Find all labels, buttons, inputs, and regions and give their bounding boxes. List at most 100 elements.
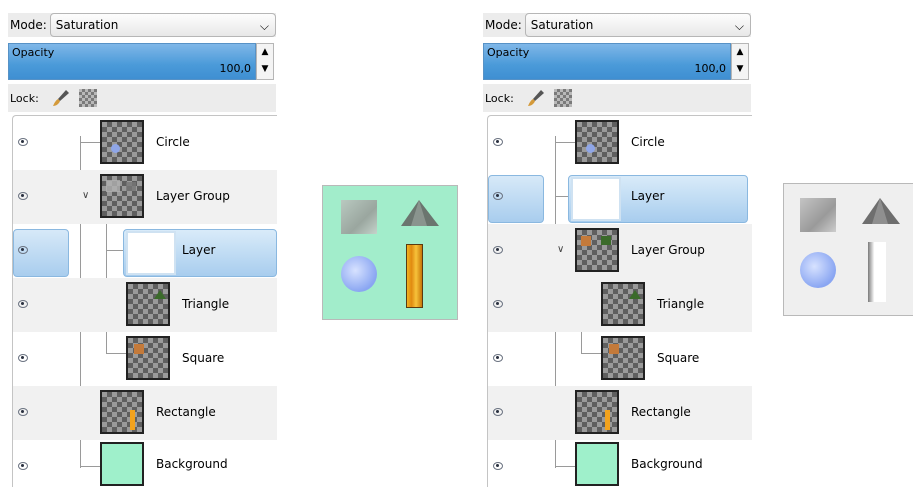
mode-label: Mode:: [485, 18, 522, 32]
circle-thumb-shape: [586, 144, 595, 153]
eye-icon[interactable]: [18, 246, 28, 254]
lock-label: Lock:: [485, 91, 514, 105]
layer-row-triangle[interactable]: Triangle: [13, 278, 277, 332]
layer-name: Layer: [631, 189, 665, 203]
rectangle-thumb-shape: [605, 410, 610, 430]
mode-row: Mode: Saturation ⌵: [8, 13, 276, 37]
layer-thumbnail: [571, 177, 621, 221]
layers-panel-right: Mode: Saturation ⌵ Opacity 100,0 ▲ ▼ Lock…: [481, 0, 752, 487]
expander-icon[interactable]: ∨: [82, 190, 89, 201]
layer-row-rectangle[interactable]: Rectangle: [13, 386, 277, 440]
layer-list: Circle ∨ Layer Group Layer Triangle Squa…: [12, 115, 277, 487]
layer-row-layer[interactable]: Layer: [488, 170, 752, 224]
layer-name: Triangle: [182, 297, 230, 311]
group-thumb-shape: [106, 180, 120, 192]
rectangle-thumb-shape: [130, 410, 135, 430]
layer-thumbnail: [575, 390, 619, 434]
mode-value: Saturation: [55, 18, 119, 32]
layer-thumbnail: [575, 442, 619, 486]
layer-row-layer-group[interactable]: ∨ Layer Group: [13, 170, 277, 224]
opacity-value: 100,0: [219, 62, 252, 75]
layer-thumbnail: [100, 390, 144, 434]
mode-value: Saturation: [530, 18, 594, 32]
layer-row-circle[interactable]: Circle: [488, 116, 752, 170]
layer-name: Layer: [182, 243, 216, 257]
group-thumb-shape: [601, 236, 611, 245]
layer-row-background[interactable]: Background: [13, 440, 277, 487]
mode-dropdown[interactable]: Saturation ⌵: [49, 13, 276, 37]
opacity-label: Opacity: [487, 46, 530, 59]
layer-row-triangle[interactable]: Triangle: [488, 278, 752, 332]
eye-icon[interactable]: [493, 300, 503, 308]
spin-arrows-icon[interactable]: ▲ ▼: [256, 43, 274, 80]
opacity-slider[interactable]: Opacity 100,0: [483, 43, 731, 80]
canvas-preview-left: [322, 185, 458, 320]
layer-row-circle[interactable]: Circle: [13, 116, 277, 170]
layer-row-layer[interactable]: Layer: [13, 224, 277, 278]
eye-icon[interactable]: [493, 246, 503, 254]
chevron-down-icon: ⌵: [259, 19, 269, 33]
triangle-thumb-shape: [629, 290, 641, 299]
triangle-thumb-shape: [154, 290, 166, 299]
group-thumb-shape: [581, 236, 591, 246]
mode-dropdown[interactable]: Saturation ⌵: [524, 13, 751, 37]
layer-row-rectangle[interactable]: Rectangle: [488, 386, 752, 440]
spin-arrows-icon[interactable]: ▲ ▼: [731, 43, 749, 80]
circle-image: [341, 256, 377, 292]
lock-row: Lock:: [8, 84, 276, 112]
eye-icon[interactable]: [18, 192, 28, 200]
eye-icon[interactable]: [493, 192, 503, 200]
layer-name: Square: [182, 351, 225, 365]
lock-row: Lock:: [483, 84, 751, 112]
layer-thumbnail: [575, 228, 619, 272]
layer-row-background[interactable]: Background: [488, 440, 752, 487]
brush-icon[interactable]: [51, 88, 71, 108]
alpha-lock-icon[interactable]: [553, 89, 572, 107]
layer-thumbnail: [126, 231, 176, 275]
chevron-down-icon: ⌵: [734, 19, 744, 33]
eye-icon[interactable]: [18, 462, 28, 470]
layer-thumbnail: [100, 174, 144, 218]
eye-icon[interactable]: [18, 354, 28, 362]
textured-square-image: [341, 200, 377, 234]
eye-icon[interactable]: [493, 462, 503, 470]
layer-name: Circle: [156, 135, 190, 149]
opacity-slider[interactable]: Opacity 100,0: [8, 43, 256, 80]
triangle-image: [401, 200, 439, 226]
mode-label: Mode:: [10, 18, 47, 32]
layer-thumbnail: [601, 282, 645, 326]
square-thumb-shape: [609, 344, 619, 354]
textured-square-image: [800, 198, 836, 232]
layer-row-layer-group[interactable]: ∨ Layer Group: [488, 224, 752, 278]
layer-thumbnail: [100, 442, 144, 486]
alpha-lock-icon[interactable]: [78, 89, 97, 107]
eye-icon[interactable]: [493, 408, 503, 416]
circle-image: [800, 252, 836, 288]
layer-name: Rectangle: [631, 405, 691, 419]
layer-thumbnail: [126, 282, 170, 326]
square-thumb-shape: [134, 344, 144, 354]
layer-thumbnail: [601, 336, 645, 380]
layers-panel-left: Mode: Saturation ⌵ Opacity 100,0 ▲ ▼ Lock…: [6, 0, 277, 487]
layer-name: Circle: [631, 135, 665, 149]
mode-row: Mode: Saturation ⌵: [483, 13, 751, 37]
layer-name: Rectangle: [156, 405, 216, 419]
eye-icon[interactable]: [493, 354, 503, 362]
layer-name: Layer Group: [156, 189, 230, 203]
layer-name: Background: [156, 457, 228, 471]
rectangle-image: [406, 244, 423, 308]
expander-icon[interactable]: ∨: [557, 244, 564, 255]
eye-icon[interactable]: [18, 408, 28, 416]
layer-row-square[interactable]: Square: [488, 332, 752, 386]
brush-icon[interactable]: [526, 88, 546, 108]
lock-label: Lock:: [10, 91, 39, 105]
rectangle-image: [868, 242, 886, 302]
eye-icon[interactable]: [18, 300, 28, 308]
circle-thumb-shape: [111, 144, 120, 153]
layer-list: Circle Layer ∨ Layer Group Triangle Squa…: [487, 115, 752, 487]
layer-row-square[interactable]: Square: [13, 332, 277, 386]
canvas-preview-right: [783, 183, 913, 316]
eye-icon[interactable]: [493, 138, 503, 146]
layer-name: Triangle: [657, 297, 705, 311]
eye-icon[interactable]: [18, 138, 28, 146]
